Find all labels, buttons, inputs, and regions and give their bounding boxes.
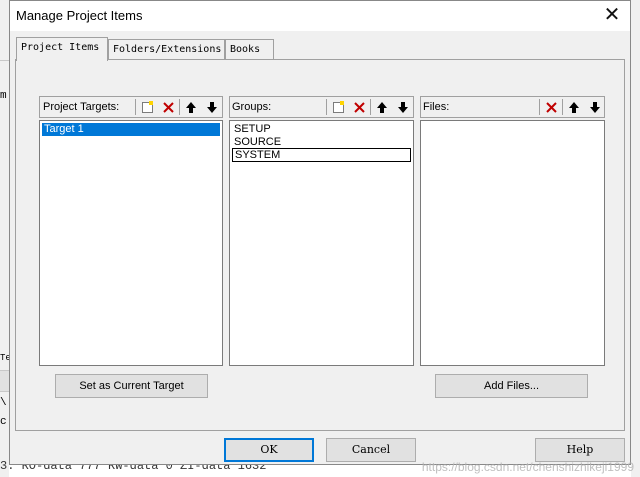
delete-icon[interactable] [349, 98, 369, 116]
delete-icon[interactable] [158, 98, 178, 116]
watermark: https://blog.csdn.net/chenshizhikeji1999 [421, 460, 634, 474]
targets-header: Project Targets: [39, 96, 223, 118]
toolbar-separator [370, 99, 371, 115]
delete-icon[interactable] [541, 98, 561, 116]
tab-label: Project Items [21, 42, 100, 53]
move-down-icon[interactable] [393, 98, 413, 116]
tab-label: Folders/Extensions [113, 44, 222, 55]
background-glyph: m [0, 90, 7, 102]
tab-label: Books [230, 44, 261, 55]
move-up-icon[interactable] [372, 98, 392, 116]
cancel-button[interactable]: Cancel [326, 438, 416, 462]
files-list[interactable] [420, 120, 605, 366]
background-divider [0, 60, 9, 61]
groups-header: Groups: [229, 96, 414, 118]
add-files-button[interactable]: Add Files... [435, 374, 588, 398]
groups-label: Groups: [232, 101, 272, 113]
title-bar: Manage Project Items ✕ [10, 1, 630, 31]
files-label: Files: [423, 101, 450, 113]
close-icon[interactable]: ✕ [602, 4, 622, 26]
groups-list[interactable]: SETUP SOURCE SYSTEM [229, 120, 414, 366]
tab-panel-project-items: Project Targets: Target 1 Set as Current… [15, 59, 625, 431]
move-up-icon[interactable] [181, 98, 201, 116]
tab-project-items[interactable]: Project Items [16, 37, 108, 61]
targets-list[interactable]: Target 1 [39, 120, 223, 366]
toolbar-separator [539, 99, 540, 115]
background-glyph: \ [0, 397, 7, 409]
background-right-strip [631, 0, 640, 477]
toolbar-separator [179, 99, 180, 115]
move-down-icon[interactable] [202, 98, 222, 116]
toolbar-separator [326, 99, 327, 115]
help-button[interactable]: Help [535, 438, 625, 462]
files-header: Files: [420, 96, 605, 118]
background-toolbar [0, 370, 9, 392]
dialog-title: Manage Project Items [16, 8, 143, 23]
tab-books[interactable]: Books [225, 39, 274, 59]
new-icon[interactable] [137, 98, 157, 116]
tab-folders-extensions[interactable]: Folders/Extensions [108, 39, 225, 59]
manage-project-items-dialog: Manage Project Items ✕ Project Items Fol… [9, 0, 631, 465]
list-item[interactable]: SETUP [232, 123, 411, 136]
move-down-icon[interactable] [585, 98, 605, 116]
background-glyph: c [0, 416, 7, 428]
toolbar-separator [562, 99, 563, 115]
move-up-icon[interactable] [564, 98, 584, 116]
list-item[interactable]: Target 1 [42, 123, 220, 136]
set-current-target-button[interactable]: Set as Current Target [55, 374, 208, 398]
toolbar-separator [135, 99, 136, 115]
targets-label: Project Targets: [43, 101, 120, 113]
list-item[interactable]: SYSTEM [232, 148, 411, 162]
ok-button[interactable]: OK [224, 438, 314, 462]
new-icon[interactable] [328, 98, 348, 116]
